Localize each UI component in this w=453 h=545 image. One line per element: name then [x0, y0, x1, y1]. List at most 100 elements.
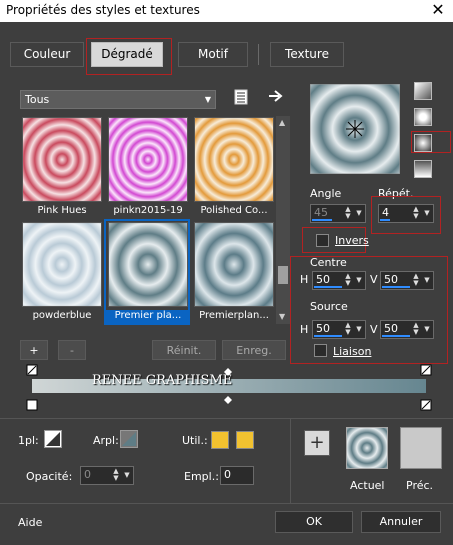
footer-divider: [0, 503, 453, 504]
gradient-thumb-powderblue[interactable]: [22, 222, 102, 307]
center-h-value: 50: [316, 273, 330, 286]
center-v-label: V: [370, 273, 378, 286]
spin-arrows-icon[interactable]: ▲ ▼: [343, 273, 353, 287]
tab-separator: [258, 44, 259, 65]
center-v-spin[interactable]: 50 ▲ ▼ ▼: [380, 271, 434, 290]
source-v-spin[interactable]: 50 ▲ ▼ ▼: [380, 320, 434, 339]
sunburst-style-button[interactable]: [414, 160, 432, 178]
ok-button[interactable]: OK: [275, 511, 353, 533]
location-label: Empl.:: [184, 470, 219, 483]
chevron-down-icon[interactable]: ▼: [354, 206, 364, 220]
gradient-editor[interactable]: [24, 364, 434, 414]
previous-preview-swatch[interactable]: [400, 427, 442, 469]
gradient-label-polished-copper: Polished Co...: [200, 205, 268, 216]
cancel-button[interactable]: Annuler: [361, 511, 441, 533]
user-color-label: Util.:: [182, 434, 208, 447]
source-h-value: 50: [316, 322, 330, 335]
spin-arrows-icon[interactable]: ▲ ▼: [411, 206, 421, 220]
center-h-label: H: [300, 273, 309, 286]
gradient-preview: [310, 84, 400, 174]
highlight-radial-style: [411, 131, 451, 153]
source-h-spin[interactable]: 50 ▲ ▼ ▼: [312, 320, 366, 339]
list-view-icon[interactable]: [234, 89, 248, 105]
gradient-thumb-pink-hues[interactable]: [22, 117, 102, 202]
link-label: Liaison: [333, 345, 372, 358]
spin-arrows-icon[interactable]: ▲ ▼: [411, 273, 421, 287]
background-stop-icon[interactable]: [120, 430, 138, 448]
invert-checkbox[interactable]: [316, 234, 329, 247]
gradient-thumb-premierplan-2[interactable]: [194, 222, 274, 307]
angle-label: Angle: [310, 187, 342, 200]
opacity-value: 0: [84, 468, 91, 481]
gradient-thumb-polished-copper[interactable]: [194, 117, 274, 202]
arrow-right-icon[interactable]: [268, 89, 284, 103]
scroll-down-icon[interactable]: ▼: [279, 312, 285, 321]
user-color-swatch-2[interactable]: [236, 431, 254, 449]
gallery-scrollbar[interactable]: ▲ ▼: [276, 116, 290, 324]
help-link[interactable]: Aide: [18, 516, 42, 529]
source-h-label: H: [300, 323, 309, 336]
current-label: Actuel: [350, 479, 385, 492]
spin-arrows-icon[interactable]: ▲ ▼: [343, 322, 353, 336]
link-checkbox[interactable]: [314, 344, 327, 357]
user-color-swatch-1[interactable]: [211, 431, 229, 449]
center-v-value: 50: [384, 273, 398, 286]
angle-spin[interactable]: 45 ▲ ▼ ▼: [310, 204, 366, 223]
location-field[interactable]: 0: [220, 466, 254, 485]
gradient-label-premier-plan: Premier pla...: [106, 310, 190, 324]
spin-arrows-icon[interactable]: ▲ ▼: [111, 468, 121, 482]
gradient-label-pinkn2015: pinkn2015-19: [113, 205, 183, 216]
gradient-label-premierplan-2: Premierplan...: [199, 310, 269, 321]
angle-value: 45: [314, 206, 328, 219]
tab-motif[interactable]: Motif: [178, 42, 248, 67]
tab-texture[interactable]: Texture: [270, 42, 344, 67]
previous-label: Préc.: [406, 479, 434, 492]
gradient-label-pink-hues: Pink Hues: [37, 205, 87, 216]
spin-arrows-icon[interactable]: ▲ ▼: [411, 322, 421, 336]
rectangular-style-button[interactable]: [414, 108, 432, 126]
scroll-up-icon[interactable]: ▲: [279, 118, 285, 127]
category-dropdown[interactable]: Tous ▼: [20, 90, 216, 109]
source-v-value: 50: [384, 322, 398, 335]
window-title: Propriétés des styles et textures: [6, 3, 200, 17]
repeat-value: 4: [382, 206, 389, 219]
reset-button[interactable]: Réinit.: [152, 340, 216, 360]
opacity-label: Opacité:: [26, 470, 73, 483]
title-bar: Propriétés des styles et textures ✕: [0, 0, 453, 22]
add-preview-button[interactable]: +: [304, 430, 330, 456]
gradient-thumb-premier-plan[interactable]: [108, 222, 188, 307]
close-icon[interactable]: ✕: [427, 0, 449, 20]
foreground-stop-label: 1pl:: [18, 434, 39, 447]
category-dropdown-value: Tous: [25, 93, 50, 106]
section-divider: [0, 418, 453, 419]
chevron-down-icon: ▼: [204, 95, 211, 104]
spin-arrows-icon[interactable]: ▲ ▼: [343, 206, 353, 220]
source-label: Source: [310, 300, 348, 313]
remove-gradient-button[interactable]: -: [58, 340, 86, 360]
chevron-down-icon[interactable]: ▼: [122, 468, 132, 482]
linear-style-button[interactable]: [414, 82, 432, 100]
chevron-down-icon[interactable]: ▼: [354, 273, 364, 287]
add-gradient-button[interactable]: +: [20, 340, 48, 360]
background-stop-label: Arpl:: [93, 434, 119, 447]
invert-label: Invers: [335, 234, 369, 247]
chevron-down-icon[interactable]: ▼: [422, 206, 432, 220]
center-h-spin[interactable]: 50 ▲ ▼ ▼: [312, 271, 366, 290]
repeat-spin[interactable]: 4 ▲ ▼ ▼: [378, 204, 434, 223]
chevron-down-icon[interactable]: ▼: [422, 273, 432, 287]
scrollbar-thumb[interactable]: [278, 266, 288, 284]
save-gradient-button[interactable]: Enreg.: [222, 340, 286, 360]
gradient-thumb-pinkn2015[interactable]: [108, 117, 188, 202]
current-preview-swatch[interactable]: [346, 427, 388, 469]
highlight-degrade-tab: [86, 38, 172, 75]
center-label: Centre: [310, 256, 347, 269]
opacity-spin[interactable]: 0 ▲ ▼ ▼: [80, 466, 134, 485]
vertical-divider: [290, 418, 291, 503]
source-v-label: V: [370, 323, 378, 336]
chevron-down-icon[interactable]: ▼: [422, 322, 432, 336]
foreground-stop-icon[interactable]: [44, 430, 62, 448]
watermark-text: RENEE GRAPHISME: [92, 373, 233, 388]
tab-couleur[interactable]: Couleur: [10, 42, 84, 67]
gradient-label-powderblue: powderblue: [32, 310, 92, 321]
chevron-down-icon[interactable]: ▼: [354, 322, 364, 336]
